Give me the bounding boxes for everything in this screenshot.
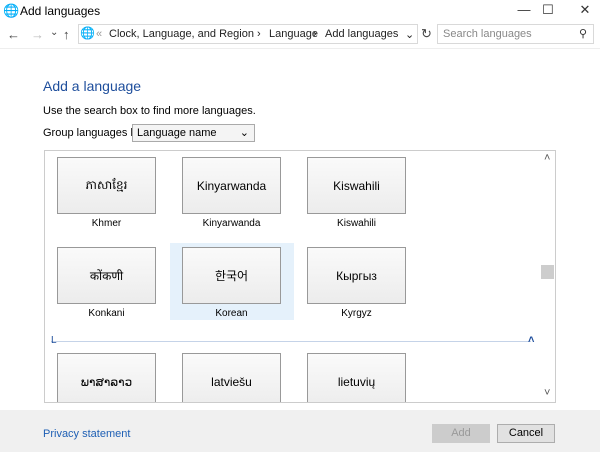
scroll-down-arrow[interactable]: ˅ bbox=[544, 387, 550, 399]
group-by-value: Language name bbox=[137, 127, 217, 139]
scroll-up-arrow[interactable]: ˄ bbox=[544, 152, 550, 164]
search-input[interactable]: Search languages bbox=[443, 28, 532, 40]
language-tile[interactable]: Kiswahili bbox=[307, 157, 406, 214]
language-tile[interactable]: lietuvių bbox=[307, 353, 406, 402]
language-native-name: latviešu bbox=[211, 374, 252, 389]
language-native-name: कोंकणी bbox=[89, 269, 124, 283]
language-name-label: Kiswahili bbox=[337, 218, 376, 229]
window-title: Add languages bbox=[20, 4, 101, 18]
title-bar: 🌐 Add languages — ☐ ✕ bbox=[0, 0, 600, 22]
control-panel-icon: 🌐 bbox=[80, 26, 95, 40]
overflow-icon[interactable]: « bbox=[96, 28, 102, 40]
language-name-label: Kinyarwanda bbox=[202, 218, 261, 229]
maximize-button[interactable]: ☐ bbox=[528, 0, 568, 22]
forward-button[interactable]: → bbox=[31, 27, 44, 42]
language-tile[interactable]: कोंकणी bbox=[57, 247, 156, 304]
language-name-label: Konkani bbox=[88, 308, 125, 319]
language-tile[interactable]: Kinyarwanda bbox=[182, 157, 281, 214]
language-native-name: Кыргыз bbox=[336, 268, 377, 283]
language-tile[interactable]: latviešu bbox=[182, 353, 281, 402]
language-name-label: Khmer bbox=[91, 218, 122, 229]
scrollbar[interactable]: ˄ ˅ bbox=[540, 151, 555, 402]
address-dropdown-icon[interactable]: ⌄ bbox=[405, 28, 414, 41]
chevron-down-icon: ⌄ bbox=[239, 127, 249, 139]
language-native-name: ភាសាខ្មែរ bbox=[85, 177, 128, 192]
language-native-name: Kiswahili bbox=[333, 178, 380, 193]
recent-locations-button[interactable]: ⌄ bbox=[50, 27, 58, 38]
breadcrumb-separator: › bbox=[257, 28, 261, 40]
section-divider bbox=[51, 341, 531, 342]
up-button[interactable]: ↑ bbox=[63, 27, 70, 42]
language-name-label: Kyrgyz bbox=[341, 308, 372, 319]
page-title: Add a language bbox=[43, 78, 142, 94]
language-tile[interactable]: ភាសាខ្មែរ bbox=[57, 157, 156, 214]
language-list: L ˄ ˄ ˅ ភាសាខ្មែរ Khmer Kinyarwanda Kinyarw… bbox=[44, 150, 556, 403]
breadcrumb-language[interactable]: Language bbox=[269, 28, 318, 40]
hint-text: Use the search box to find more language… bbox=[43, 105, 256, 117]
privacy-statement-link[interactable]: Privacy statement bbox=[43, 428, 130, 440]
language-tile[interactable]: ພາສາລາວ bbox=[57, 353, 156, 402]
language-native-name: ພາສາລາວ bbox=[80, 374, 133, 389]
cancel-button[interactable]: Cancel bbox=[497, 424, 555, 443]
language-name-label: Korean bbox=[215, 308, 248, 319]
language-native-name: lietuvių bbox=[337, 374, 376, 389]
refresh-button[interactable]: ↻ bbox=[421, 26, 432, 42]
back-button[interactable]: ← bbox=[7, 27, 20, 42]
language-tile[interactable]: 한국어 bbox=[182, 247, 281, 304]
breadcrumb-separator: › bbox=[313, 28, 317, 40]
search-icon[interactable]: ⚲ bbox=[579, 27, 587, 40]
collapse-section-icon[interactable]: ˄ bbox=[528, 334, 534, 346]
language-native-name: Kinyarwanda bbox=[196, 178, 267, 193]
group-by-label: Group languages by: bbox=[43, 127, 146, 139]
search-box[interactable]: Search languages ⚲ bbox=[437, 24, 594, 44]
language-tile[interactable]: Кыргыз bbox=[307, 247, 406, 304]
scroll-thumb[interactable] bbox=[541, 265, 554, 279]
footer: Privacy statement Add Cancel bbox=[0, 410, 600, 452]
address-bar[interactable]: 🌐 « Clock, Language, and Region › Langua… bbox=[78, 24, 418, 44]
group-by-select[interactable]: Language name ⌄ bbox=[132, 124, 255, 142]
close-button[interactable]: ✕ bbox=[565, 0, 600, 22]
section-letter: L bbox=[51, 335, 57, 346]
breadcrumb-add-languages[interactable]: Add languages bbox=[325, 28, 398, 40]
globe-icon: 🌐 bbox=[3, 3, 20, 18]
add-button[interactable]: Add bbox=[432, 424, 490, 443]
breadcrumb-clock-language-region[interactable]: Clock, Language, and Region bbox=[109, 28, 254, 40]
language-native-name: 한국어 bbox=[214, 269, 249, 283]
